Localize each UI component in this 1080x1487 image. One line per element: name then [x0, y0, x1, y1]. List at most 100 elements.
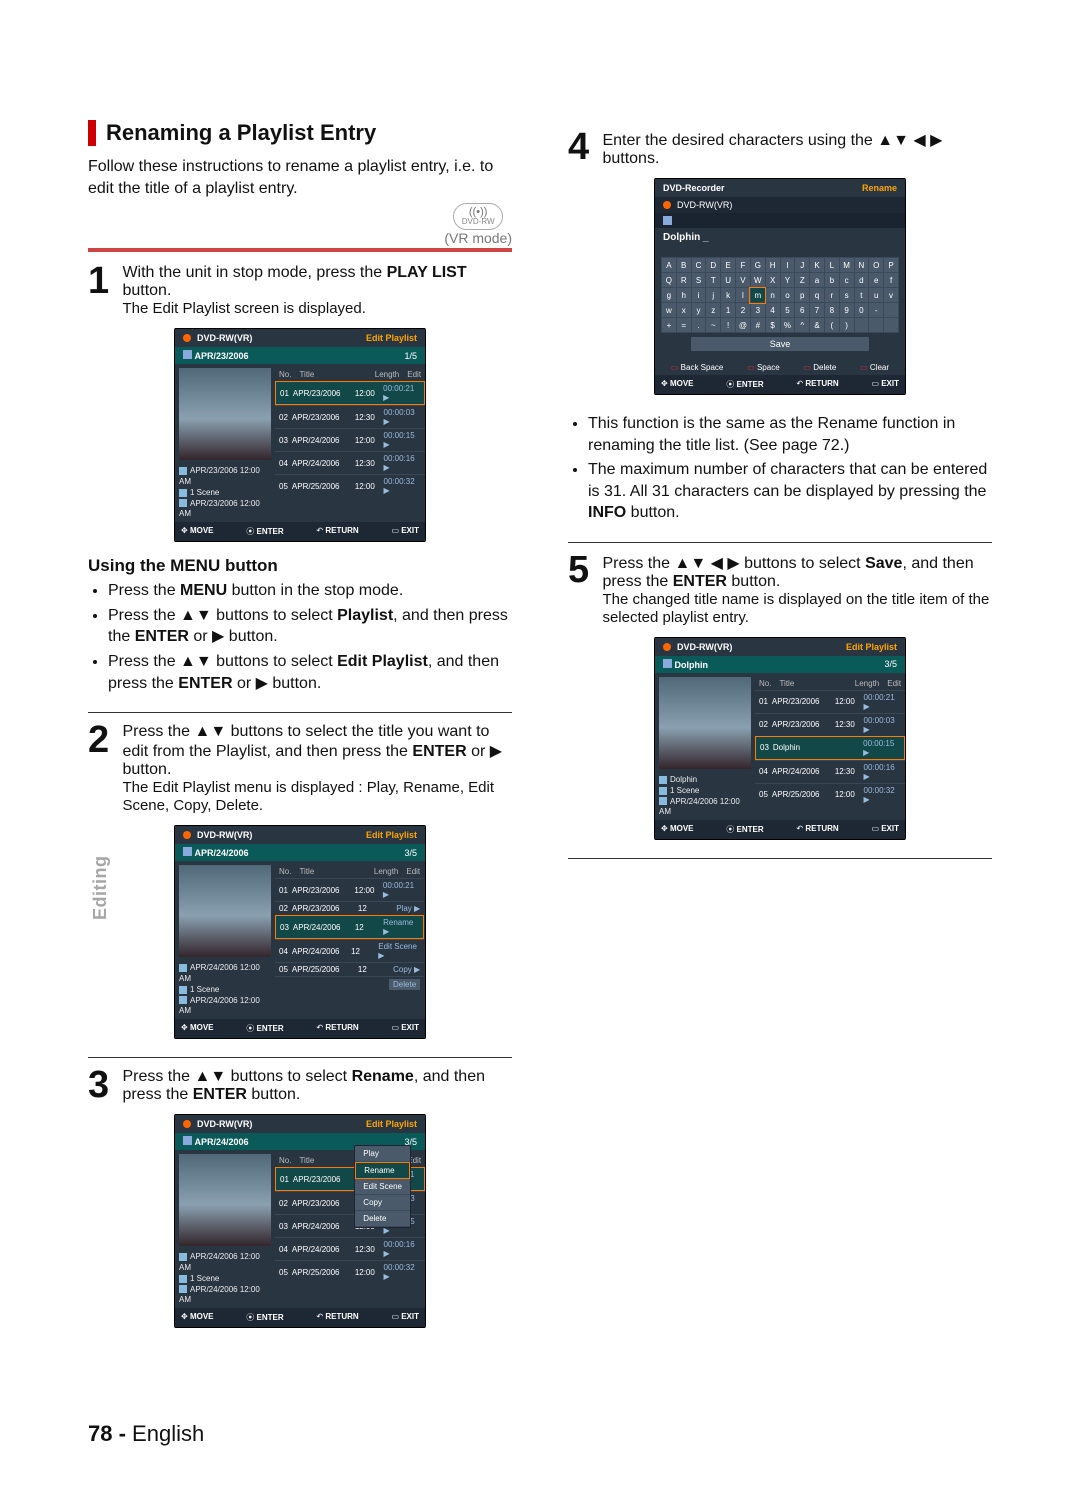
keyboard-action-button[interactable]: Back Space — [671, 363, 723, 372]
keyboard-key[interactable]: L — [824, 258, 839, 273]
keyboard-key[interactable]: - — [869, 303, 884, 318]
keyboard-key[interactable]: y — [691, 303, 706, 318]
context-menu[interactable]: PlayRenameEdit SceneCopyDelete — [354, 1145, 411, 1228]
keyboard-key[interactable]: % — [780, 318, 795, 333]
keyboard-key[interactable]: g — [662, 288, 677, 303]
keyboard-key[interactable]: T — [706, 273, 721, 288]
keyboard-key[interactable]: S — [691, 273, 706, 288]
table-row[interactable]: 05APR/25/200612Copy ▶ — [275, 962, 424, 976]
keyboard-key[interactable]: H — [765, 258, 780, 273]
menu-item[interactable]: Rename — [355, 1162, 410, 1179]
keyboard-key[interactable]: k — [721, 288, 736, 303]
keyboard-key[interactable]: d — [854, 273, 869, 288]
table-row[interactable]: 03APR/24/200612Rename ▶ — [275, 915, 424, 939]
table-row[interactable]: 05APR/25/200612:0000:00:32 ▶ — [755, 783, 905, 806]
rename-input[interactable]: Dolphin _ — [655, 228, 905, 247]
keyboard-key[interactable]: c — [839, 273, 854, 288]
keyboard-key[interactable]: O — [869, 258, 884, 273]
keyboard-key[interactable]: M — [839, 258, 854, 273]
keyboard-key[interactable]: r — [824, 288, 839, 303]
keyboard-key[interactable]: 2 — [736, 303, 751, 318]
keyboard-key[interactable]: p — [795, 288, 810, 303]
table-row[interactable]: 02APR/23/200612:3000:00:03 ▶ — [275, 405, 425, 428]
keyboard-key[interactable]: C — [691, 258, 706, 273]
keyboard-key[interactable]: l — [736, 288, 751, 303]
save-button[interactable]: Save — [691, 337, 869, 351]
menu-item[interactable]: Delete — [355, 1211, 410, 1227]
menu-item[interactable]: Play — [355, 1146, 410, 1162]
keyboard-key[interactable]: I — [780, 258, 795, 273]
keyboard-key[interactable]: B — [676, 258, 691, 273]
keyboard-key[interactable]: K — [810, 258, 825, 273]
keyboard-key[interactable]: . — [691, 318, 706, 333]
keyboard-key[interactable]: 5 — [780, 303, 795, 318]
keyboard-key[interactable]: z — [706, 303, 721, 318]
keyboard-action-button[interactable]: Space — [747, 363, 779, 372]
keyboard-key[interactable]: 7 — [810, 303, 825, 318]
keyboard-key[interactable]: Z — [795, 273, 810, 288]
keyboard-key[interactable]: v — [884, 288, 899, 303]
keyboard-key[interactable]: N — [854, 258, 869, 273]
keyboard-key[interactable]: i — [691, 288, 706, 303]
keyboard-key[interactable]: Q — [662, 273, 677, 288]
keyboard-key[interactable]: t — [854, 288, 869, 303]
table-row[interactable]: 02APR/23/200612Play ▶ — [275, 901, 424, 915]
keyboard-key[interactable]: & — [810, 318, 825, 333]
table-row[interactable]: 04APR/24/200612:3000:00:16 ▶ — [275, 1237, 425, 1260]
keyboard-key[interactable] — [869, 318, 884, 333]
keyboard-key[interactable]: ( — [824, 318, 839, 333]
keyboard-key[interactable]: 3 — [750, 303, 765, 318]
keyboard-key[interactable]: D — [706, 258, 721, 273]
keyboard-key[interactable]: 4 — [765, 303, 780, 318]
keyboard-key[interactable]: e — [869, 273, 884, 288]
keyboard-key[interactable]: E — [721, 258, 736, 273]
table-row[interactable]: 04APR/24/200612:3000:00:16 ▶ — [275, 451, 425, 474]
keyboard-key[interactable]: @ — [736, 318, 751, 333]
keyboard-key[interactable]: 9 — [839, 303, 854, 318]
keyboard-key[interactable]: h — [676, 288, 691, 303]
keyboard-action-button[interactable]: Delete — [803, 363, 836, 372]
keyboard-key[interactable]: Y — [780, 273, 795, 288]
keyboard-action-button[interactable]: Clear — [860, 363, 889, 372]
keyboard-key[interactable]: 0 — [854, 303, 869, 318]
table-row[interactable]: 01APR/23/200612:0000:00:21 ▶ — [275, 381, 425, 405]
keyboard-key[interactable]: o — [780, 288, 795, 303]
table-row[interactable]: 01APR/23/200612:0000:00:21 ▶ — [755, 690, 905, 713]
keyboard-key[interactable]: # — [750, 318, 765, 333]
keyboard-key[interactable] — [884, 318, 899, 333]
on-screen-keyboard[interactable]: ABCDEFGHIJKLMNOPQRSTUVWXYZabcdefghijklmn… — [661, 257, 899, 333]
keyboard-key[interactable]: F — [736, 258, 751, 273]
table-row[interactable]: 05APR/25/200612:0000:00:32 ▶ — [275, 474, 425, 497]
keyboard-key[interactable]: 8 — [824, 303, 839, 318]
keyboard-key[interactable]: X — [765, 273, 780, 288]
keyboard-key[interactable]: 1 — [721, 303, 736, 318]
table-row[interactable]: 03APR/24/200612:0000:00:15 ▶ — [275, 428, 425, 451]
keyboard-key[interactable]: s — [839, 288, 854, 303]
keyboard-key[interactable]: A — [662, 258, 677, 273]
keyboard-key[interactable]: = — [676, 318, 691, 333]
keyboard-key[interactable]: ) — [839, 318, 854, 333]
keyboard-key[interactable]: R — [676, 273, 691, 288]
keyboard-key[interactable]: n — [765, 288, 780, 303]
keyboard-key[interactable]: a — [810, 273, 825, 288]
table-row[interactable]: 04APR/24/200612Edit Scene ▶ — [275, 939, 424, 962]
keyboard-key[interactable]: ! — [721, 318, 736, 333]
table-row[interactable]: 05APR/25/200612:0000:00:32 ▶ — [275, 1260, 425, 1283]
keyboard-key[interactable]: 6 — [795, 303, 810, 318]
table-row[interactable]: 04APR/24/200612:3000:00:16 ▶ — [755, 760, 905, 783]
keyboard-key[interactable]: V — [736, 273, 751, 288]
keyboard-key[interactable] — [884, 303, 899, 318]
table-row[interactable]: 03Dolphin00:00:15 ▶ — [755, 736, 905, 760]
table-row[interactable]: 01APR/23/200612:0000:00:21 ▶ — [275, 878, 424, 901]
keyboard-key[interactable]: W — [750, 273, 765, 288]
keyboard-key[interactable]: P — [884, 258, 899, 273]
keyboard-key[interactable]: u — [869, 288, 884, 303]
keyboard-key[interactable] — [854, 318, 869, 333]
menu-item[interactable]: Edit Scene — [355, 1179, 410, 1195]
keyboard-key[interactable]: q — [810, 288, 825, 303]
keyboard-key[interactable]: G — [750, 258, 765, 273]
keyboard-key[interactable]: x — [676, 303, 691, 318]
menu-item[interactable]: Copy — [355, 1195, 410, 1211]
keyboard-key[interactable]: j — [706, 288, 721, 303]
keyboard-key[interactable]: + — [662, 318, 677, 333]
